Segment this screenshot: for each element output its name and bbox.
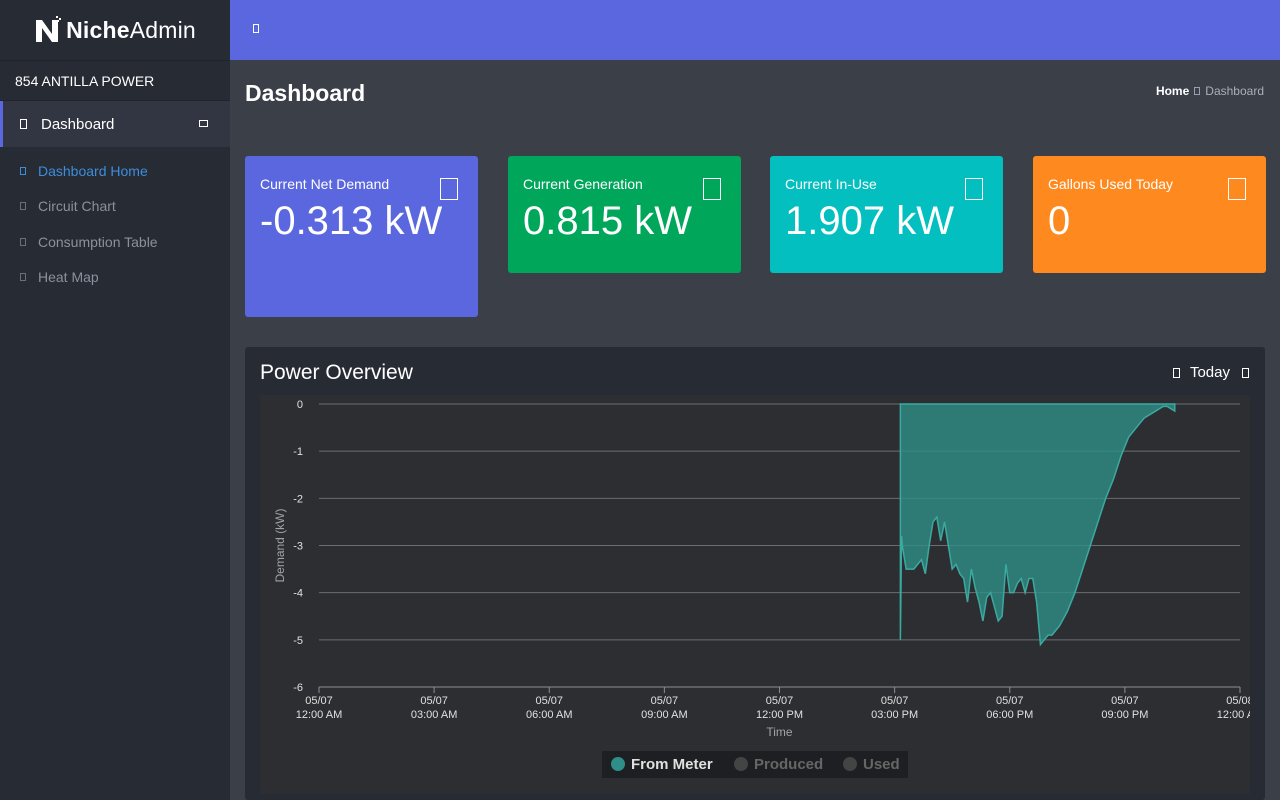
topbar (230, 0, 1280, 60)
plug-icon (965, 178, 983, 200)
card-label: Current Generation (523, 176, 643, 192)
x-tick-date: 05/08 (1226, 695, 1250, 707)
x-tick-time: 12:00 AM (296, 709, 342, 721)
card-value: 0 (1048, 199, 1071, 243)
sidebar-item-circuit-chart[interactable]: Circuit Chart (0, 189, 230, 225)
y-tick-label: -3 (293, 541, 303, 553)
x-tick-time: 06:00 PM (986, 709, 1033, 721)
water-icon (1228, 178, 1246, 200)
panel-title: Power Overview (260, 361, 413, 384)
y-tick-label: -6 (293, 682, 303, 694)
net-demand-card: Current Net Demand -0.313 kW (245, 156, 478, 317)
bullet-icon (20, 237, 26, 246)
brand-logo[interactable]: NicheAdmin (0, 0, 230, 61)
x-axis-label: Time (766, 725, 793, 739)
legend-used-swatch (843, 757, 857, 771)
x-tick-date: 05/07 (651, 695, 679, 707)
bullet-icon (20, 273, 26, 282)
sidebar-item-label: Dashboard (41, 115, 115, 133)
breadcrumb: Home Dashboard (1156, 84, 1264, 98)
legend-used: Used (863, 756, 900, 773)
sidebar-item-heat-map[interactable]: Heat Map (0, 260, 230, 296)
dashboard-icon (20, 119, 27, 129)
collapse-icon[interactable] (199, 120, 208, 127)
x-tick-date: 05/07 (881, 695, 909, 707)
bullet-icon (20, 202, 26, 211)
logo-icon (36, 16, 62, 42)
x-tick-date: 05/07 (535, 695, 563, 707)
date-range-label[interactable]: Today (1190, 364, 1230, 381)
from-meter-area (899, 403, 1176, 647)
bullet-icon (20, 166, 26, 175)
sidebar-item-label: Heat Map (38, 269, 99, 286)
power-overview-panel: Power Overview Today 0 -1 -2 -3 -4 -5 -6 05/07 1… (245, 347, 1265, 800)
legend-from-meter-swatch (611, 757, 625, 771)
date-range-picker[interactable]: Today (1172, 364, 1249, 381)
site-name: 854 ANTILLA POWER (0, 61, 230, 101)
sidebar: NicheAdmin 854 ANTILLA POWER Dashboard D… (0, 0, 230, 800)
gallons-card: Gallons Used Today 0 (1033, 156, 1266, 273)
y-tick-label: -4 (293, 588, 303, 600)
chevron-right-icon[interactable] (1242, 367, 1249, 378)
sidebar-item-label: Dashboard Home (38, 162, 148, 179)
x-tick-time: 03:00 PM (871, 709, 918, 721)
x-tick-date: 05/07 (766, 695, 794, 707)
y-tick-label: -5 (293, 635, 303, 647)
chevron-right-icon (1194, 87, 1201, 95)
sidebar-subnav: Dashboard Home Circuit Chart Consumption… (0, 147, 230, 295)
card-label: Current Net Demand (260, 176, 390, 192)
x-tick-date: 05/07 (420, 695, 448, 707)
x-tick-time: 03:00 AM (411, 709, 457, 721)
chevron-left-icon[interactable] (1172, 367, 1180, 378)
x-tick-time: 12:00 PM (756, 709, 803, 721)
card-value: -0.313 kW (260, 199, 443, 243)
card-label: Gallons Used Today (1048, 176, 1174, 192)
x-tick-time: 12:00 AM (1217, 709, 1250, 721)
in-use-card: Current In-Use 1.907 kW (770, 156, 1003, 273)
sidebar-item-dashboard[interactable]: Dashboard (0, 101, 230, 147)
brand-name: NicheAdmin (66, 16, 196, 43)
x-tick-date: 05/07 (305, 695, 333, 707)
breadcrumb-home-link[interactable]: Home (1156, 84, 1189, 98)
sidebar-item-label: Consumption Table (38, 233, 158, 250)
x-tick-time: 09:00 AM (641, 709, 687, 721)
y-axis-label: Demand (kW) (273, 508, 287, 582)
card-value: 0.815 kW (523, 199, 692, 243)
card-label: Current In-Use (785, 176, 877, 192)
power-chart: 0 -1 -2 -3 -4 -5 -6 05/07 12:00 AM 05/07 03:00 AM 0… (260, 395, 1263, 794)
y-tick-label: -1 (293, 446, 303, 458)
legend-produced: Produced (754, 756, 823, 773)
legend-from-meter: From Meter (631, 756, 713, 773)
power-chart-svg: 0-1-2-3-4-5-605/0712:00 AM05/0703:00 AM0… (273, 399, 1263, 778)
y-tick-label: 0 (297, 399, 303, 411)
x-tick-time: 09:00 PM (1101, 709, 1148, 721)
solar-icon (703, 178, 721, 200)
x-tick-date: 05/07 (996, 695, 1024, 707)
y-tick-label: -2 (293, 493, 303, 505)
sidebar-item-consumption-table[interactable]: Consumption Table (0, 224, 230, 260)
menu-toggle-icon[interactable] (253, 24, 259, 33)
sidebar-item-label: Circuit Chart (38, 198, 116, 215)
x-tick-date: 05/07 (1111, 695, 1139, 707)
card-value: 1.907 kW (785, 199, 954, 243)
generation-card: Current Generation 0.815 kW (508, 156, 741, 273)
legend-produced-swatch (734, 757, 748, 771)
x-tick-time: 06:00 AM (526, 709, 572, 721)
meter-icon (440, 178, 458, 200)
page-title: Dashboard (245, 80, 366, 106)
breadcrumb-current: Dashboard (1205, 84, 1264, 98)
sidebar-item-dashboard-home[interactable]: Dashboard Home (0, 153, 230, 189)
